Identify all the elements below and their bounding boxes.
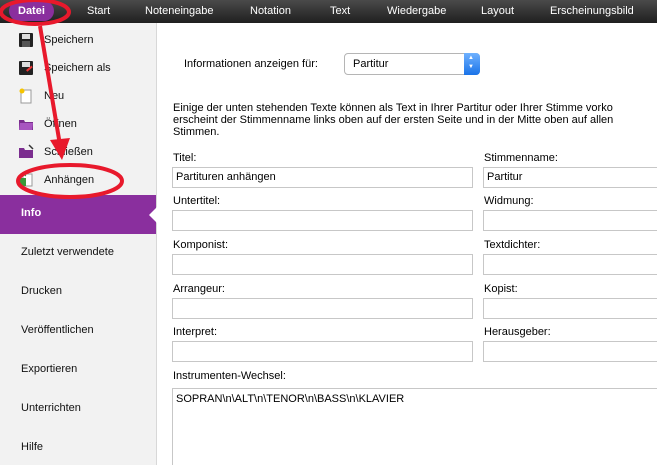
info-panel: Informationen anzeigen für: Partitur Ein…	[157, 23, 657, 465]
sidebar-item-label: Speichern	[44, 34, 94, 46]
show-for-label: Informationen anzeigen für:	[184, 58, 318, 70]
lyricist-field[interactable]	[483, 254, 657, 275]
sidebar-category-info[interactable]: Info	[0, 195, 157, 234]
tab-start[interactable]: Start	[87, 0, 110, 23]
new-document-icon	[19, 88, 32, 104]
description-line: Einige der unten stehenden Texte können …	[173, 102, 613, 114]
description-line: Stimmen.	[173, 126, 220, 138]
floppy-disk-pencil-icon	[19, 61, 33, 75]
sidebar-item-label: Neu	[44, 90, 65, 102]
partname-field[interactable]: Partitur	[483, 167, 657, 188]
sidebar-item-label: Speichern als	[44, 62, 111, 74]
composer-label: Komponist:	[173, 239, 229, 251]
append-icon	[19, 173, 33, 187]
tab-datei[interactable]: Datei	[9, 1, 54, 21]
copyist-field[interactable]	[483, 298, 657, 319]
title-label: Titel:	[173, 152, 197, 164]
sidebar-item-anhaengen[interactable]: Anhängen	[0, 167, 156, 195]
folder-open-icon	[19, 120, 33, 130]
tab-layout[interactable]: Layout	[481, 0, 514, 23]
sidebar-category-exportieren[interactable]: Exportieren	[0, 351, 156, 390]
sidebar-category-label: Info	[21, 207, 42, 219]
tab-text[interactable]: Text	[330, 0, 350, 23]
sidebar-category-label: Unterrichten	[21, 402, 81, 414]
publisher-field[interactable]	[483, 341, 657, 362]
sidebar-category-veroeffentlichen[interactable]: Veröffentlichen	[0, 312, 156, 351]
composer-field[interactable]	[172, 254, 473, 275]
sidebar-category-hilfe[interactable]: Hilfe	[0, 429, 156, 468]
backstage-sidebar: Speichern Speichern als Neu Öffnen Schli…	[0, 23, 157, 465]
description-line: erscheint der Stimmenname links oben auf…	[173, 114, 614, 126]
partname-label: Stimmenname:	[484, 152, 558, 164]
artist-label: Interpret:	[173, 326, 218, 338]
sidebar-item-oeffnen[interactable]: Öffnen	[0, 111, 156, 139]
sidebar-category-zuletzt-verwendete[interactable]: Zuletzt verwendete	[0, 234, 156, 273]
ribbon-tab-bar: Datei Start Noteneingabe Notation Text W…	[0, 0, 657, 23]
select-stepper-icon	[464, 53, 480, 75]
show-for-value: Partitur	[353, 58, 389, 70]
arranger-label: Arrangeur:	[173, 283, 225, 295]
sidebar-item-schliessen[interactable]: Schließen	[0, 139, 156, 167]
title-field[interactable]: Partituren anhängen	[172, 167, 473, 188]
floppy-disk-icon	[19, 33, 33, 47]
sidebar-category-label: Hilfe	[21, 441, 44, 453]
sidebar-category-label: Drucken	[21, 285, 62, 297]
sidebar-item-speichern-als[interactable]: Speichern als	[0, 55, 156, 83]
dedication-label: Widmung:	[484, 195, 534, 207]
tab-wiedergabe[interactable]: Wiedergabe	[387, 0, 446, 23]
lyricist-label: Textdichter:	[484, 239, 541, 251]
sidebar-category-unterrichten[interactable]: Unterrichten	[0, 390, 156, 429]
sidebar-category-drucken[interactable]: Drucken	[0, 273, 156, 312]
tab-noteneingabe[interactable]: Noteneingabe	[145, 0, 214, 23]
subtitle-label: Untertitel:	[173, 195, 221, 207]
artist-field[interactable]	[172, 341, 473, 362]
instrument-change-label: Instrumenten-Wechsel:	[173, 370, 286, 382]
sidebar-category-label: Zuletzt verwendete	[21, 246, 114, 258]
show-for-select[interactable]: Partitur	[344, 53, 480, 75]
arranger-field[interactable]	[172, 298, 473, 319]
instrument-change-textarea[interactable]: SOPRAN\n\ALT\n\TENOR\n\BASS\n\KLAVIER	[172, 388, 657, 465]
copyist-label: Kopist:	[484, 283, 518, 295]
sidebar-category-label: Exportieren	[21, 363, 78, 375]
sidebar-item-label: Schließen	[44, 146, 93, 158]
sidebar-item-label: Anhängen	[44, 174, 95, 186]
sidebar-category-label: Veröffentlichen	[21, 324, 94, 336]
subtitle-field[interactable]	[172, 210, 473, 231]
folder-close-icon	[19, 144, 34, 158]
sidebar-item-speichern[interactable]: Speichern	[0, 27, 156, 55]
sidebar-item-label: Öffnen	[44, 118, 77, 130]
info-description: Einige der unten stehenden Texte können …	[173, 102, 657, 138]
sidebar-item-neu[interactable]: Neu	[0, 83, 156, 111]
tab-erscheinungsbild[interactable]: Erscheinungsbild	[550, 0, 634, 23]
publisher-label: Herausgeber:	[484, 326, 551, 338]
dedication-field[interactable]	[483, 210, 657, 231]
tab-notation[interactable]: Notation	[250, 0, 291, 23]
